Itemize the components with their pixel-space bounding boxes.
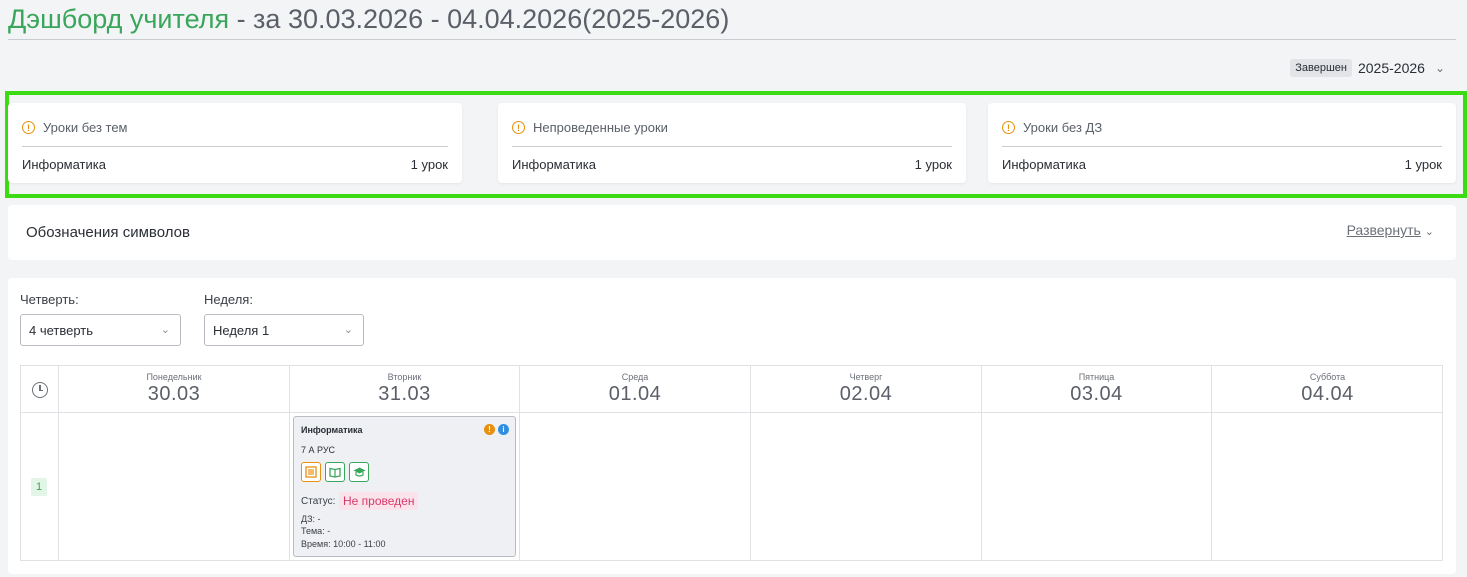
day-date: 30.03 [147, 383, 201, 405]
page-title: Дэшборд учителя - за 30.03.2026 - 04.04.… [8, 4, 729, 35]
graduation-cap-icon[interactable] [349, 462, 369, 482]
quarter-label: Четверть: [20, 292, 79, 307]
day-header-monday: Понедельник 30.03 [59, 372, 289, 406]
expand-link-label: Развернуть [1346, 222, 1421, 238]
day-date: 02.04 [839, 383, 893, 405]
expand-legend-link[interactable]: Развернуть ⌄ [1347, 222, 1434, 238]
page-title-period: - за 30.03.2026 - 04.04.2026(2025-2026) [229, 4, 730, 34]
warning-icon: ! [512, 121, 525, 134]
stat-card-lessons-without-topics[interactable]: ! Уроки без тем Информатика 1 урок [8, 103, 462, 183]
stat-subject: Информатика [22, 157, 106, 172]
warning-icon: ! [1002, 121, 1015, 134]
day-name: Среда [621, 372, 649, 382]
day-name: Суббота [1309, 372, 1346, 382]
school-year-value: 2025-2026 [1357, 60, 1425, 76]
day-header-thursday: Четверг 02.04 [751, 372, 981, 406]
weekly-schedule-grid: Понедельник 30.03 Вторник 31.03 Среда 01… [20, 365, 1443, 561]
chevron-down-icon: ⌄ [1424, 226, 1434, 238]
stat-card-title: Непроведенные уроки [533, 120, 668, 135]
warning-icon[interactable]: ! [484, 424, 495, 435]
week-select-value: Неделя 1 [213, 323, 270, 338]
day-date: 31.03 [378, 383, 431, 405]
lesson-card[interactable]: Информатика ! i 7 А РУС Статус: Не прове… [293, 416, 516, 557]
day-name: Вторник [387, 372, 422, 382]
day-header-saturday: Суббота 04.04 [1212, 372, 1443, 406]
info-icon[interactable]: i [498, 424, 509, 435]
week-select[interactable]: Неделя 1 ⌄ [204, 314, 364, 346]
clock-icon [32, 382, 48, 398]
lesson-topic: Тема: - [301, 526, 331, 536]
chevron-down-icon: ⌄ [343, 324, 353, 336]
symbols-legend-panel: Обозначения символов Развернуть ⌄ [8, 205, 1456, 260]
year-status-badge: Завершен [1290, 59, 1352, 77]
lesson-number-badge: 1 [31, 478, 47, 496]
stat-card-row: Информатика 1 урок [1002, 157, 1442, 172]
quarter-select-value: 4 четверть [29, 323, 94, 338]
stat-card-row: Информатика 1 урок [512, 157, 952, 172]
stat-card-title: Уроки без тем [43, 120, 128, 135]
stat-subject: Информатика [1002, 157, 1086, 172]
day-name: Четверг [849, 372, 883, 382]
stat-card-lessons-without-homework[interactable]: ! Уроки без ДЗ Информатика 1 урок [988, 103, 1456, 183]
lesson-time: Время: 10:00 - 11:00 [301, 539, 386, 549]
stat-subject: Информатика [512, 157, 596, 172]
day-header-friday: Пятница 03.04 [982, 372, 1211, 406]
stat-card-missed-lessons[interactable]: ! Непроведенные уроки Информатика 1 урок [498, 103, 966, 183]
stat-card-header: ! Уроки без тем [22, 120, 448, 147]
stat-count: 1 урок [1404, 157, 1442, 172]
stat-card-row: Информатика 1 урок [22, 157, 448, 172]
warning-icon: ! [22, 121, 35, 134]
page-header: Дэшборд учителя - за 30.03.2026 - 04.04.… [8, 0, 1456, 40]
chevron-down-icon: ⌄ [160, 324, 170, 336]
page-title-main: Дэшборд учителя [8, 4, 230, 34]
chevron-down-icon: ⌄ [1434, 61, 1445, 75]
day-date: 03.04 [1070, 383, 1123, 405]
stat-card-title: Уроки без ДЗ [1023, 120, 1103, 135]
stat-count: 1 урок [914, 157, 952, 172]
stat-card-header: ! Непроведенные уроки [512, 120, 952, 147]
day-date: 01.04 [608, 383, 662, 405]
grid-divider [21, 412, 1442, 413]
lesson-plan-icon[interactable] [301, 462, 321, 482]
day-header-wednesday: Среда 01.04 [520, 372, 750, 406]
day-name: Понедельник [146, 372, 202, 382]
lesson-homework: ДЗ: - [301, 514, 321, 524]
lesson-subject: Информатика [301, 425, 363, 435]
quarter-select[interactable]: 4 четверть ⌄ [20, 314, 181, 346]
day-header-tuesday: Вторник 31.03 [290, 372, 519, 406]
school-year-select[interactable]: Завершен 2025-2026 ⌄ [1290, 59, 1445, 77]
schedule-panel: Четверть: 4 четверть ⌄ Неделя: Неделя 1 … [8, 278, 1456, 574]
lesson-status-badge: Не проведен [339, 492, 419, 510]
day-name: Пятница [1078, 372, 1115, 382]
lesson-class: 7 А РУС [301, 445, 336, 455]
lesson-status-label: Статус: [301, 496, 336, 507]
stat-card-header: ! Уроки без ДЗ [1002, 120, 1442, 147]
legend-title: Обозначения символов [26, 224, 190, 241]
stat-count: 1 урок [410, 157, 448, 172]
day-date: 04.04 [1301, 383, 1354, 405]
week-label: Неделя: [204, 292, 253, 307]
homework-book-icon[interactable] [325, 462, 345, 482]
